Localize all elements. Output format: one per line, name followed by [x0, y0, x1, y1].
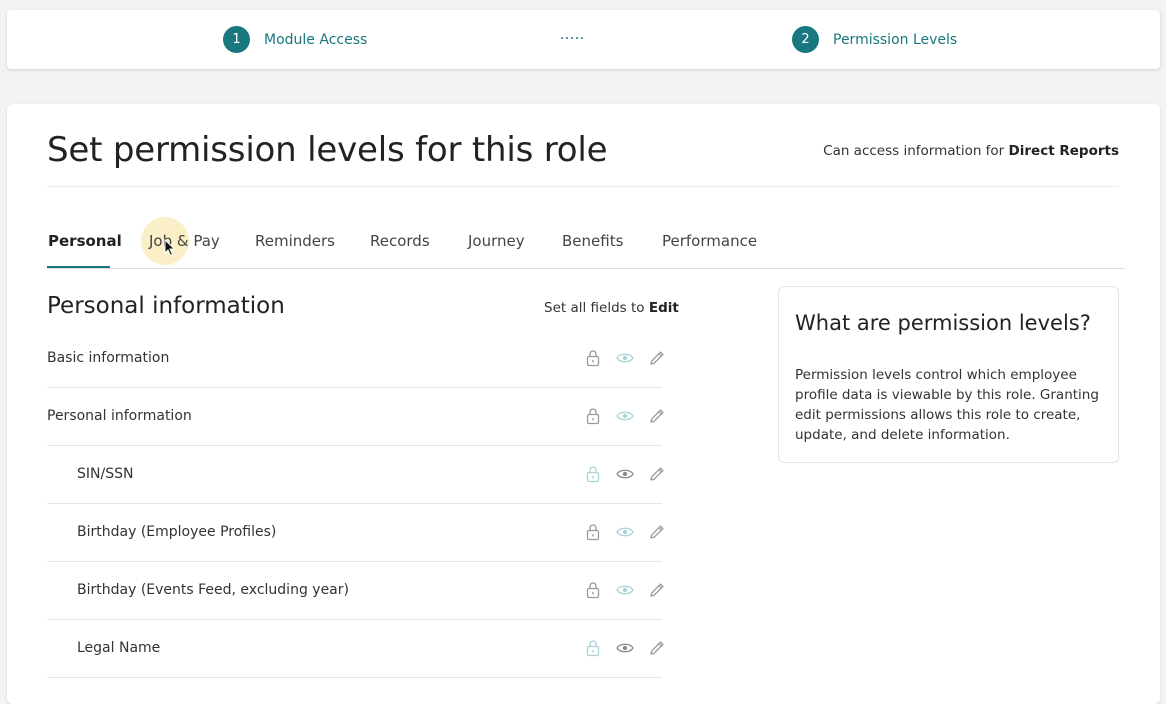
- access-info: Can access information for Direct Report…: [823, 143, 1119, 159]
- tab-job-pay[interactable]: Job & Pay: [149, 232, 220, 250]
- page-title: Set permission levels for this role: [47, 130, 608, 170]
- stepper: 1 Module Access 2 Permission Levels: [7, 10, 1160, 69]
- active-tab-indicator: [47, 266, 110, 268]
- row-label: SIN/SSN: [77, 466, 134, 482]
- row-label: Birthday (Employee Profiles): [77, 524, 277, 540]
- lock-icon[interactable]: [582, 347, 604, 369]
- lock-icon[interactable]: [582, 463, 604, 485]
- row-permission-options: [582, 463, 668, 485]
- permission-row: Personal information: [47, 388, 664, 446]
- pencil-icon[interactable]: [646, 521, 668, 543]
- info-panel: What are permission levels? Permission l…: [778, 286, 1119, 463]
- header-divider: [47, 186, 1119, 187]
- step-label: Module Access: [264, 31, 368, 48]
- info-body: Permission levels control which employee…: [795, 367, 1099, 443]
- tab-journey[interactable]: Journey: [468, 232, 525, 250]
- row-label: Personal information: [47, 408, 192, 424]
- pencil-icon[interactable]: [646, 637, 668, 659]
- row-label: Legal Name: [77, 640, 161, 656]
- lock-icon[interactable]: [582, 405, 604, 427]
- step-module-access[interactable]: 1 Module Access: [223, 26, 367, 53]
- permission-row: Basic information: [47, 330, 664, 388]
- step-number: 1: [223, 26, 250, 53]
- eye-icon[interactable]: [614, 521, 636, 543]
- set-all-fields[interactable]: Set all fields to Edit: [544, 300, 679, 316]
- lock-icon[interactable]: [582, 579, 604, 601]
- permission-row: Birthday (Events Feed, excluding year): [47, 562, 664, 620]
- eye-icon[interactable]: [614, 637, 636, 659]
- lock-icon[interactable]: [582, 521, 604, 543]
- step-connector: [561, 37, 583, 39]
- row-label: Birthday (Events Feed, excluding year): [77, 582, 349, 598]
- access-info-prefix: Can access information for: [823, 143, 1005, 159]
- info-title: What are permission levels?: [795, 311, 1091, 335]
- step-number: 2: [792, 26, 819, 53]
- eye-icon[interactable]: [614, 463, 636, 485]
- tab-performance[interactable]: Performance: [662, 232, 757, 250]
- access-info-target: Direct Reports: [1008, 143, 1119, 159]
- section-title: Personal information: [47, 293, 285, 319]
- step-label: Permission Levels: [833, 31, 958, 48]
- tab-benefits[interactable]: Benefits: [562, 232, 623, 250]
- tab-records[interactable]: Records: [370, 232, 430, 250]
- pencil-icon[interactable]: [646, 347, 668, 369]
- pencil-icon[interactable]: [646, 405, 668, 427]
- row-permission-options: [582, 521, 668, 543]
- set-all-value: Edit: [648, 300, 679, 316]
- pencil-icon[interactable]: [646, 579, 668, 601]
- permission-row: SIN/SSN: [47, 446, 664, 504]
- main-card: Set permission levels for this role Can …: [7, 104, 1160, 704]
- row-permission-options: [582, 347, 668, 369]
- row-label: Basic information: [47, 350, 170, 366]
- row-permission-options: [582, 579, 668, 601]
- row-permission-options: [582, 637, 668, 659]
- eye-icon[interactable]: [614, 579, 636, 601]
- eye-icon[interactable]: [614, 347, 636, 369]
- tab-personal[interactable]: Personal: [48, 232, 122, 250]
- set-all-prefix: Set all fields to: [544, 300, 645, 316]
- permission-rows: Basic information Personal information S…: [47, 330, 664, 678]
- permission-row: Legal Name: [47, 620, 664, 678]
- step-permission-levels[interactable]: 2 Permission Levels: [792, 26, 957, 53]
- permission-row: Birthday (Employee Profiles): [47, 504, 664, 562]
- row-permission-options: [582, 405, 668, 427]
- mouse-cursor-icon: [164, 239, 176, 257]
- eye-icon[interactable]: [614, 405, 636, 427]
- tab-reminders[interactable]: Reminders: [255, 232, 335, 250]
- pencil-icon[interactable]: [646, 463, 668, 485]
- lock-icon[interactable]: [582, 637, 604, 659]
- tab-bar: Personal Job & Pay Reminders Records Jou…: [47, 220, 1125, 269]
